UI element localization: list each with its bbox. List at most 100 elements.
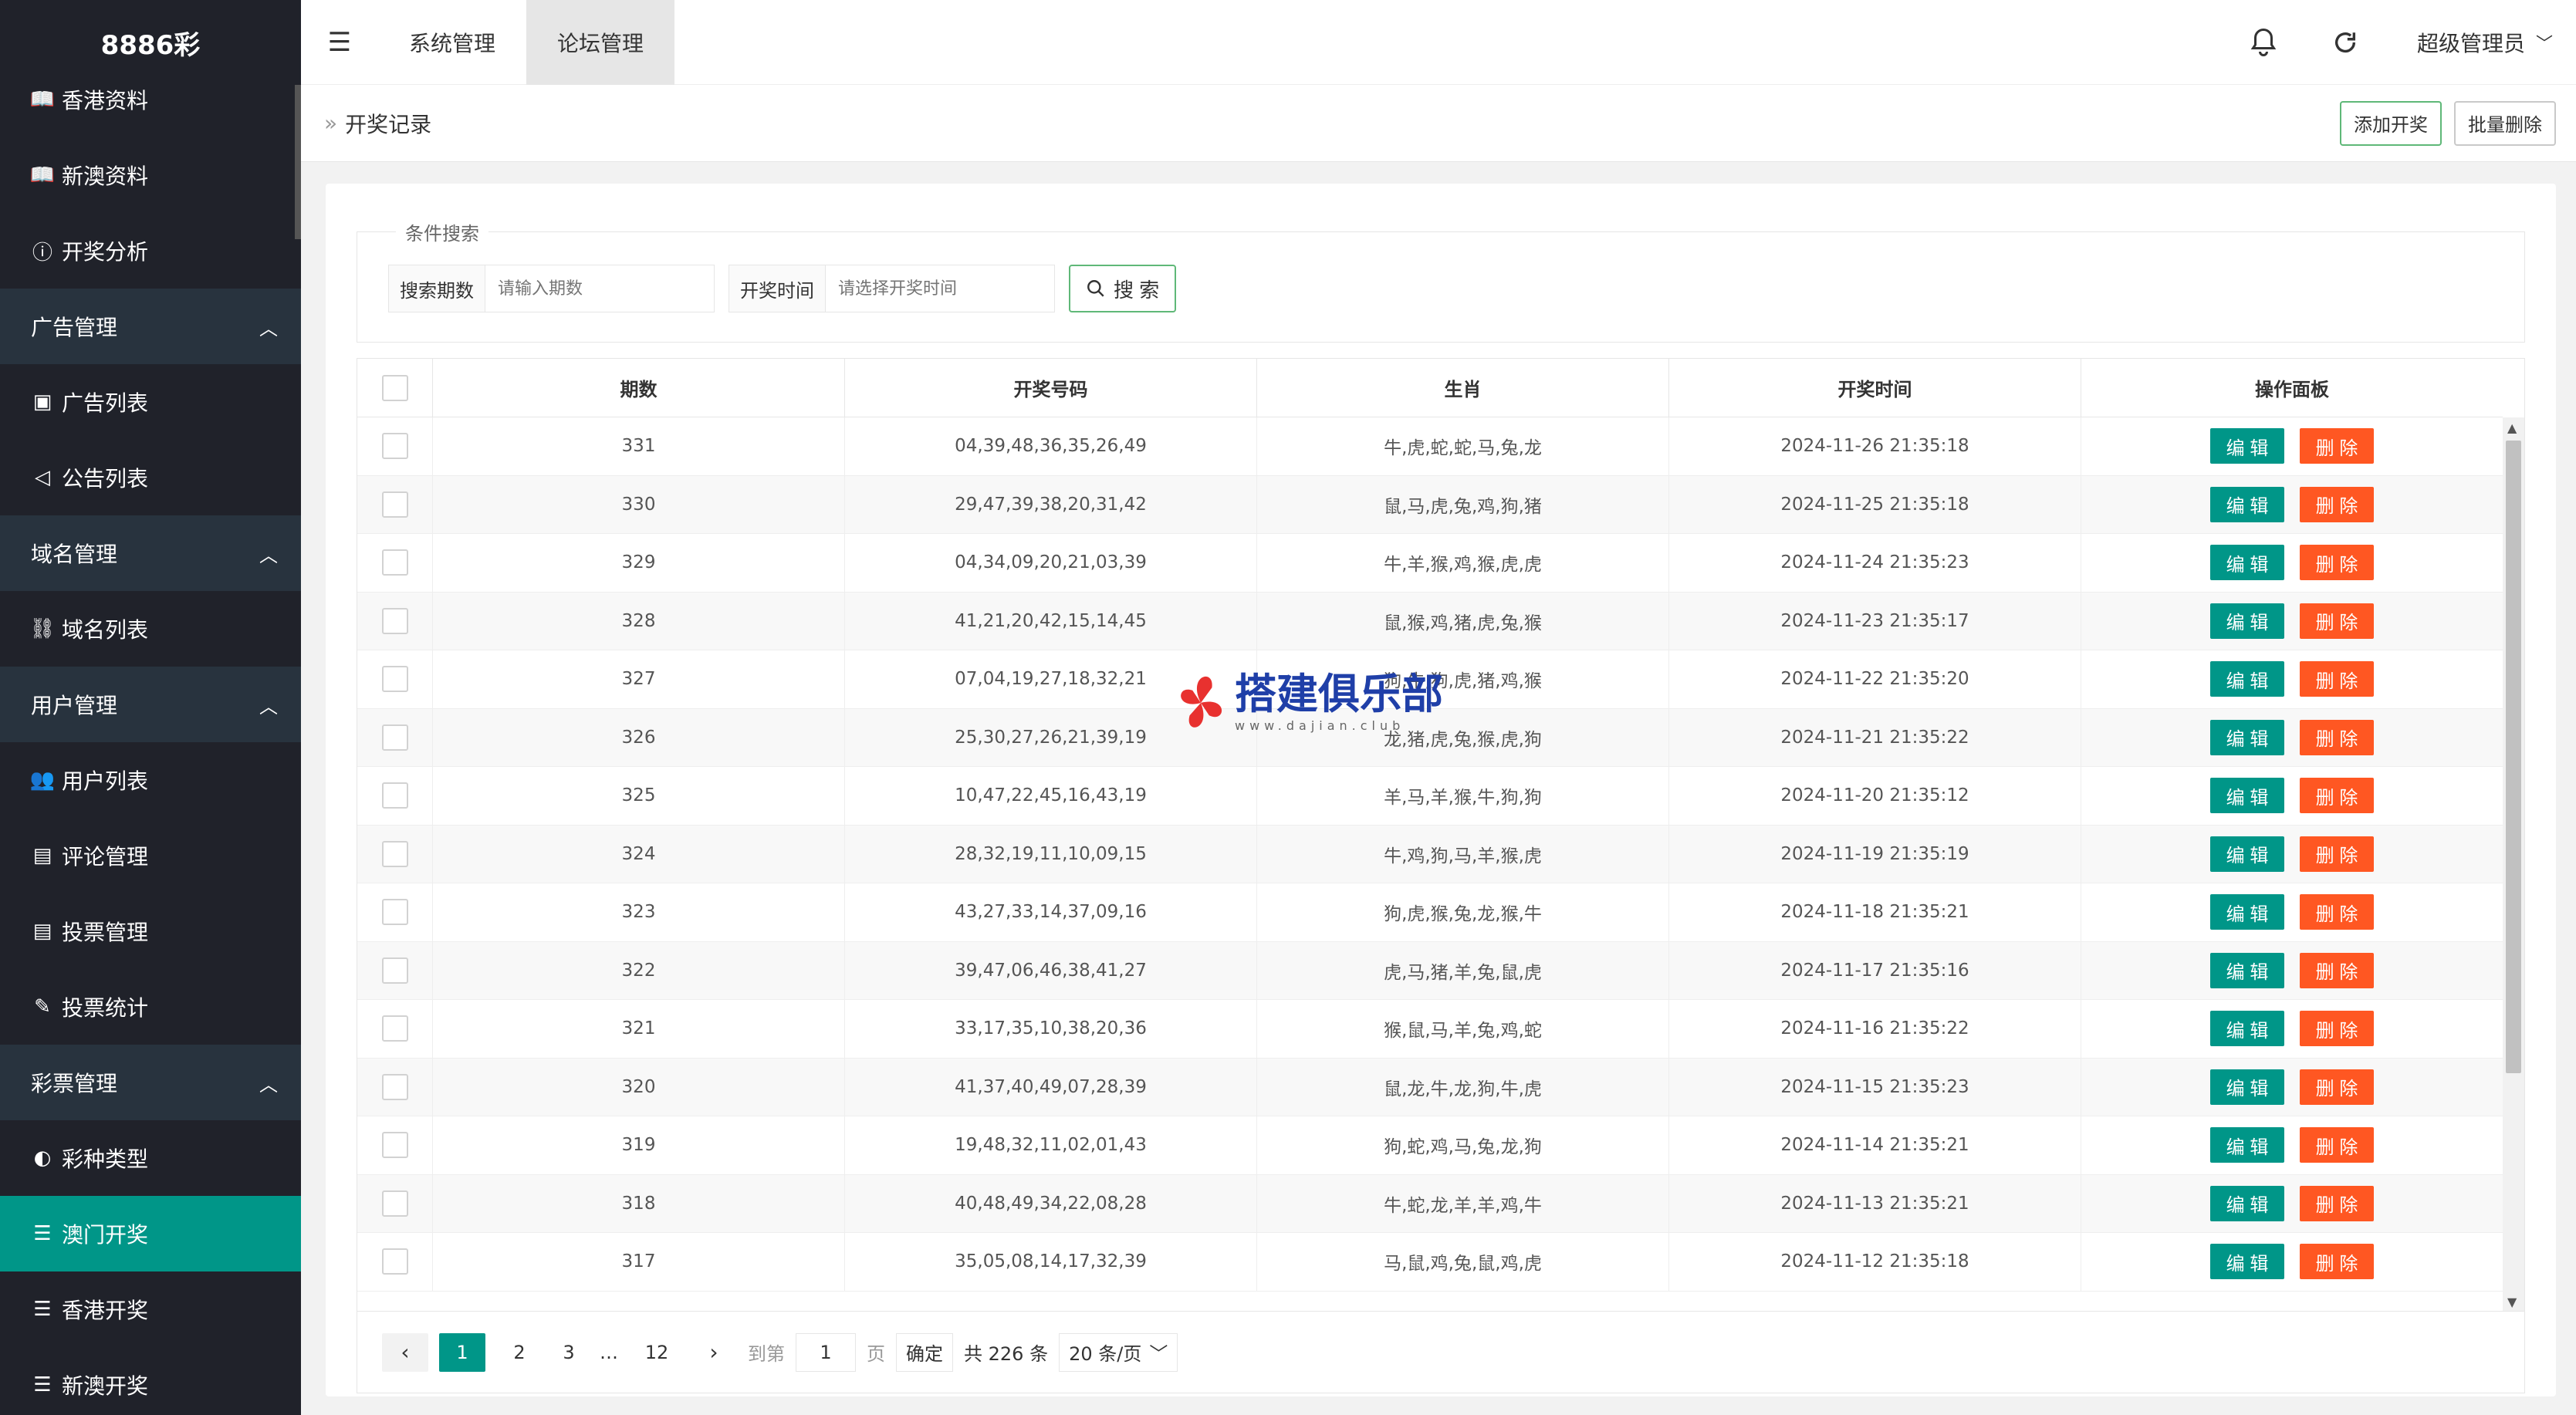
edit-button[interactable]: 编 辑 [2210, 428, 2284, 464]
scroll-down-icon[interactable]: ▼ [2507, 1295, 2517, 1309]
row-checkbox[interactable] [381, 1073, 408, 1100]
goto-page-input[interactable] [796, 1332, 856, 1372]
edit-button[interactable]: 编 辑 [2210, 778, 2284, 814]
delete-button[interactable]: 删 除 [2300, 545, 2374, 581]
page-3[interactable]: 3 [553, 1333, 584, 1372]
cell-time: 2024-11-23 21:35:17 [1669, 592, 2081, 650]
scroll-up-icon[interactable]: ▲ [2507, 420, 2517, 435]
sidebar-item-4[interactable]: ▣ 广告列表 [0, 364, 301, 440]
book-icon: 📖 [29, 88, 56, 111]
next-page-icon[interactable]: › [691, 1333, 737, 1372]
delete-button[interactable]: 删 除 [2300, 603, 2374, 639]
sidebar-item-12[interactable]: ✎ 投票统计 [0, 969, 301, 1045]
col-time[interactable]: 开奖时间 [1669, 359, 2081, 417]
tab-system-manage[interactable]: 系统管理 [378, 0, 526, 85]
sidebar-item-3[interactable]: 广告管理 ︿ [0, 289, 301, 364]
edit-button[interactable]: 编 辑 [2210, 1244, 2284, 1280]
row-checkbox[interactable] [381, 549, 408, 576]
row-checkbox[interactable] [381, 1248, 408, 1275]
col-numbers[interactable]: 开奖号码 [845, 359, 1257, 417]
sidebar-item-13[interactable]: 彩票管理 ︿ [0, 1045, 301, 1120]
col-period[interactable]: 期数 [433, 359, 845, 417]
menu-toggle-icon[interactable]: ☰ [301, 0, 378, 85]
sidebar-scrollbar[interactable] [295, 85, 301, 239]
delete-button[interactable]: 删 除 [2300, 1069, 2374, 1105]
table-scrollbar[interactable]: ▲ ▼ [2503, 417, 2524, 1311]
edit-button[interactable]: 编 辑 [2210, 894, 2284, 930]
sidebar-item-7[interactable]: ⛓ 域名列表 [0, 591, 301, 667]
period-input[interactable] [485, 265, 714, 312]
delete-button[interactable]: 删 除 [2300, 719, 2374, 755]
sidebar-item-5[interactable]: ◁ 公告列表 [0, 440, 301, 515]
prev-page-icon[interactable]: ‹ [382, 1332, 428, 1372]
refresh-icon[interactable] [2304, 0, 2386, 85]
sidebar-item-8[interactable]: 用户管理 ︿ [0, 667, 301, 742]
row-checkbox[interactable] [381, 899, 408, 926]
edit-button[interactable]: 编 辑 [2210, 1011, 2284, 1047]
row-checkbox[interactable] [381, 957, 408, 984]
page-size-select[interactable]: 20 条/页 ﹀ [1059, 1332, 1178, 1372]
row-checkbox[interactable] [381, 840, 408, 867]
delete-button[interactable]: 删 除 [2300, 486, 2374, 522]
time-input[interactable] [826, 265, 1054, 312]
cell-zodiac: 狗,虎,猴,兔,龙,猴,牛 [1257, 883, 1669, 941]
edit-button[interactable]: 编 辑 [2210, 1069, 2284, 1105]
cell-period: 321 [433, 1000, 845, 1058]
chevron-down-icon: ﹀ [2535, 34, 2553, 54]
user-menu[interactable]: 超级管理员 ﹀ [2386, 27, 2576, 58]
add-draw-button[interactable]: 添加开奖 [2340, 100, 2442, 146]
delete-button[interactable]: 删 除 [2300, 1185, 2374, 1221]
edit-button[interactable]: 编 辑 [2210, 952, 2284, 988]
delete-button[interactable]: 删 除 [2300, 428, 2374, 464]
col-zodiac[interactable]: 生肖 [1257, 359, 1669, 417]
edit-button[interactable]: 编 辑 [2210, 661, 2284, 697]
edit-button[interactable]: 编 辑 [2210, 1185, 2284, 1221]
select-all-checkbox[interactable] [381, 374, 408, 401]
row-checkbox[interactable] [381, 724, 408, 751]
row-checkbox[interactable] [381, 433, 408, 460]
delete-button[interactable]: 删 除 [2300, 778, 2374, 814]
edit-button[interactable]: 编 辑 [2210, 1127, 2284, 1163]
delete-button[interactable]: 删 除 [2300, 1011, 2374, 1047]
sidebar-item-11[interactable]: ▤ 投票管理 [0, 893, 301, 969]
page-1[interactable]: 1 [439, 1332, 485, 1372]
sidebar-item-14[interactable]: ◐ 彩种类型 [0, 1120, 301, 1196]
sidebar-item-1[interactable]: 📖 新澳资料 [0, 137, 301, 213]
delete-button[interactable]: 删 除 [2300, 836, 2374, 872]
page-2[interactable]: 2 [496, 1333, 543, 1372]
sidebar-item-10[interactable]: ▤ 评论管理 [0, 818, 301, 893]
sidebar-item-6[interactable]: 域名管理 ︿ [0, 515, 301, 591]
row-checkbox[interactable] [381, 1132, 408, 1159]
sidebar-item-15[interactable]: ☰ 澳门开奖 [0, 1196, 301, 1271]
row-checkbox[interactable] [381, 666, 408, 693]
sidebar-item-16[interactable]: ☰ 香港开奖 [0, 1271, 301, 1347]
row-checkbox[interactable] [381, 1015, 408, 1042]
search-button[interactable]: 搜 索 [1069, 265, 1177, 312]
cell-time: 2024-11-13 21:35:21 [1669, 1174, 2081, 1232]
page-12[interactable]: 12 [634, 1333, 680, 1372]
edit-button[interactable]: 编 辑 [2210, 603, 2284, 639]
sidebar-item-9[interactable]: 👥 用户列表 [0, 742, 301, 818]
delete-button[interactable]: 删 除 [2300, 894, 2374, 930]
row-checkbox[interactable] [381, 782, 408, 809]
batch-delete-button[interactable]: 批量删除 [2454, 100, 2556, 146]
delete-button[interactable]: 删 除 [2300, 661, 2374, 697]
sidebar-item-2[interactable]: ⓘ 开奖分析 [0, 213, 301, 289]
delete-button[interactable]: 删 除 [2300, 1244, 2374, 1280]
edit-button[interactable]: 编 辑 [2210, 545, 2284, 581]
scrollbar-thumb[interactable] [2506, 441, 2521, 1073]
tab-forum-manage[interactable]: 论坛管理 [526, 0, 675, 85]
delete-button[interactable]: 删 除 [2300, 952, 2374, 988]
edit-button[interactable]: 编 辑 [2210, 719, 2284, 755]
delete-button[interactable]: 删 除 [2300, 1127, 2374, 1163]
row-checkbox[interactable] [381, 1190, 408, 1217]
sidebar-item-0[interactable]: 📖 香港资料 [0, 62, 301, 137]
edit-button[interactable]: 编 辑 [2210, 486, 2284, 522]
edit-button[interactable]: 编 辑 [2210, 836, 2284, 872]
row-checkbox[interactable] [381, 607, 408, 634]
bell-icon[interactable] [2223, 0, 2304, 85]
sidebar-item-17[interactable]: ☰ 新澳开奖 [0, 1347, 301, 1415]
row-checkbox[interactable] [381, 491, 408, 518]
goto-confirm-button[interactable]: 确定 [896, 1332, 953, 1372]
cell-time: 2024-11-19 21:35:19 [1669, 825, 2081, 883]
